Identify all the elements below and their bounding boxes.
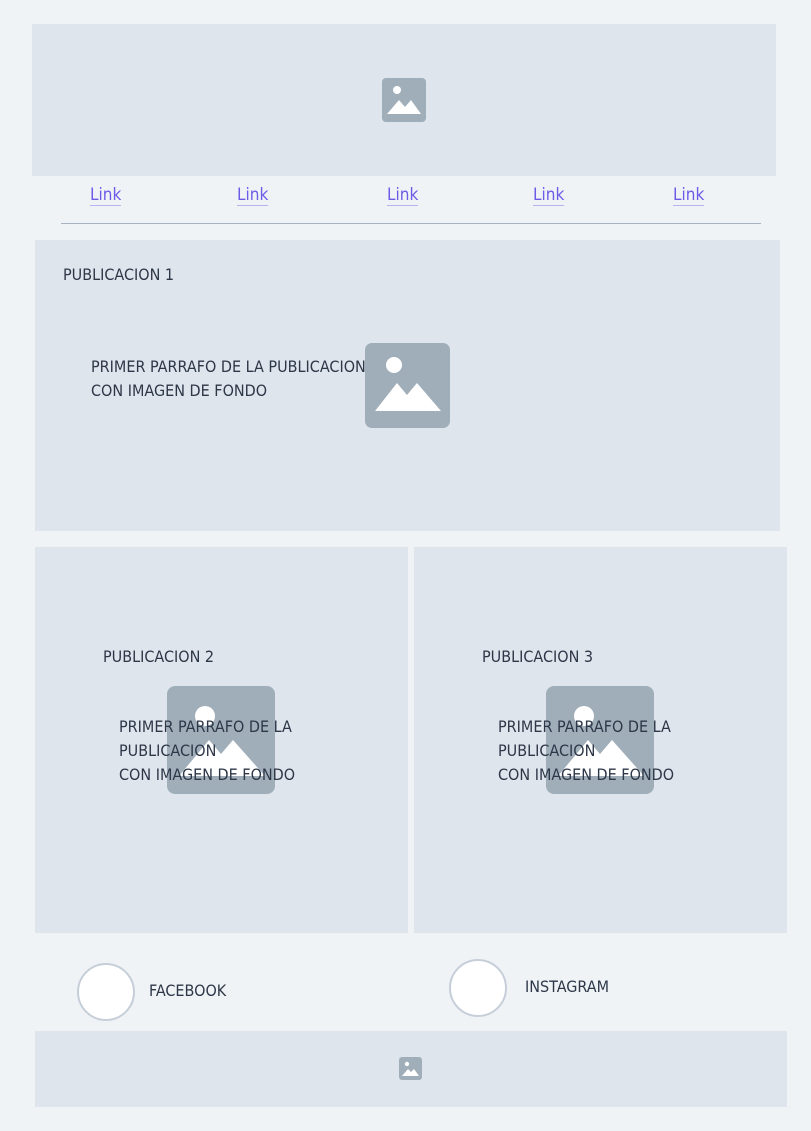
image-icon (365, 343, 450, 428)
nav-link-3[interactable]: Link (387, 185, 419, 206)
nav-link-4[interactable]: Link (533, 185, 565, 206)
post-3-title: PUBLICACION 3 (482, 647, 594, 666)
post-3-card[interactable]: PUBLICACION 3 PRIMER PARRAFO DE LA PUBLI… (414, 547, 787, 933)
post-1-paragraph-line-1: PRIMER PARRAFO DE LA PUBLICACION (91, 357, 366, 376)
post-2-paragraph-line-2: PUBLICACION (119, 741, 217, 760)
instagram-label[interactable]: INSTAGRAM (525, 975, 609, 999)
post-2-paragraph-line-1: PRIMER PARRAFO DE LA (119, 717, 292, 736)
nav-divider (61, 223, 761, 224)
post-2-title: PUBLICACION 2 (103, 647, 215, 666)
image-icon (382, 78, 426, 122)
footer-banner (35, 1031, 787, 1107)
nav-link-5[interactable]: Link (673, 185, 705, 206)
post-3-paragraph-line-1: PRIMER PARRAFO DE LA (498, 717, 671, 736)
nav-link-2[interactable]: Link (237, 185, 269, 206)
header-banner (32, 24, 776, 176)
facebook-label[interactable]: FACEBOOK (149, 979, 226, 1003)
facebook-icon[interactable] (77, 963, 135, 1021)
post-3-paragraph-line-2: PUBLICACION (498, 741, 596, 760)
post-2-card[interactable]: PUBLICACION 2 PRIMER PARRAFO DE LA PUBLI… (35, 547, 408, 933)
post-1-card[interactable]: PUBLICACION 1 PRIMER PARRAFO DE LA PUBLI… (35, 240, 780, 531)
image-icon (399, 1057, 422, 1080)
nav-link-1[interactable]: Link (90, 185, 122, 206)
post-2-paragraph-line-3: CON IMAGEN DE FONDO (119, 765, 296, 784)
post-3-paragraph-line-3: CON IMAGEN DE FONDO (498, 765, 675, 784)
post-1-paragraph-line-2: CON IMAGEN DE FONDO (91, 381, 268, 400)
instagram-icon[interactable] (449, 959, 507, 1017)
post-1-title: PUBLICACION 1 (63, 265, 175, 284)
